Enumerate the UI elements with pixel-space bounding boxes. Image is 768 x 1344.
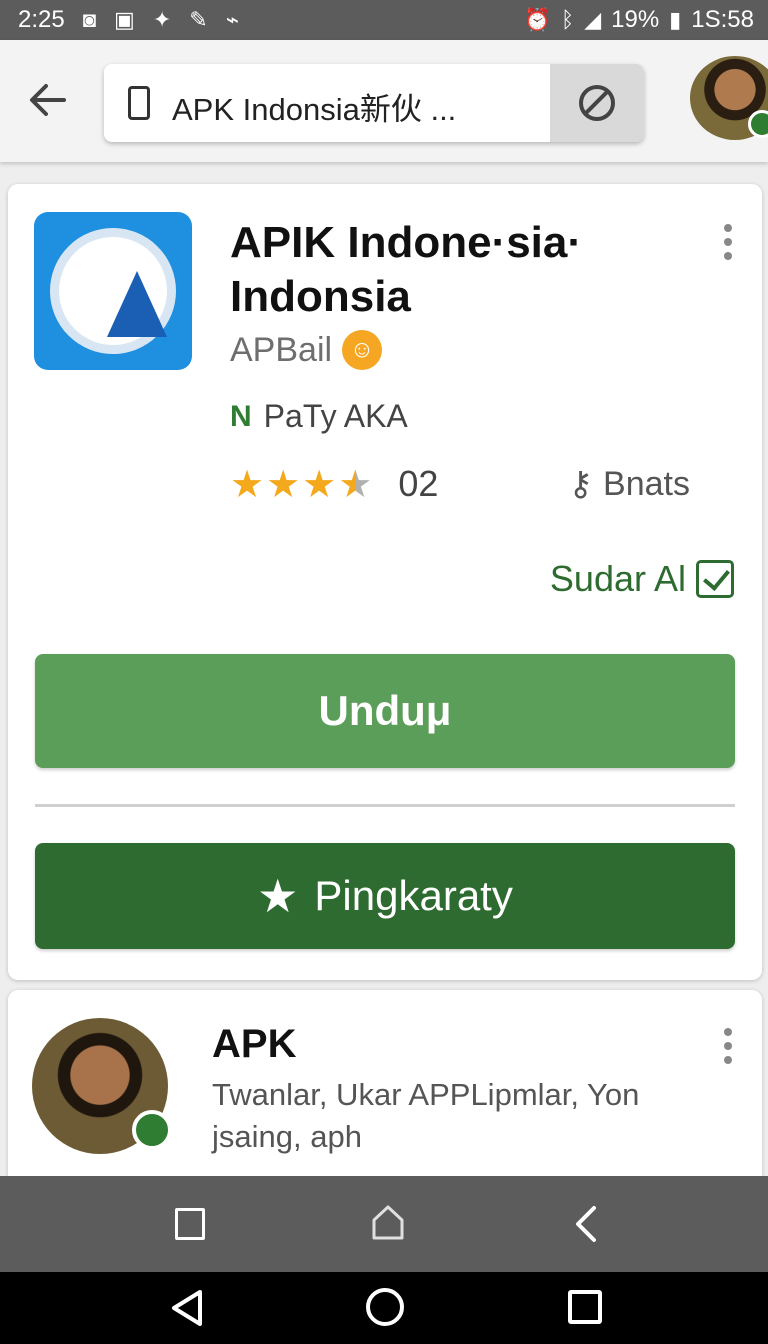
star-icon: ★ — [230, 463, 265, 506]
screenshot-icon: ▣ — [114, 7, 135, 32]
developer-name[interactable]: APBail — [230, 331, 332, 370]
verified-badge-icon — [132, 1110, 172, 1150]
back-triangle-icon[interactable] — [170, 1288, 204, 1328]
more-vert-icon[interactable] — [724, 224, 732, 260]
app-title: APIK Indone·sia· Indonsia — [230, 218, 583, 321]
battery-icon: ▮ — [669, 7, 682, 32]
star-icon: ★ — [302, 463, 337, 506]
square-icon[interactable] — [175, 1208, 205, 1240]
app-nav-bar — [0, 1176, 768, 1272]
sudar-label[interactable]: Sudar Al — [550, 558, 686, 600]
status-time: 2:25 — [18, 6, 65, 33]
review-title: APK — [212, 1022, 297, 1066]
publisher-row: N PaTy AKA — [230, 398, 408, 435]
bluetooth-icon: ᛒ — [561, 7, 575, 32]
phone-icon — [128, 86, 150, 120]
rate-button[interactable]: ★ Pingkaraty — [35, 843, 735, 949]
publisher-logo-icon: N — [230, 399, 252, 433]
divider — [35, 804, 735, 807]
rating-row: ★ ★ ★ ★ 02 ⚷ Bnats — [230, 462, 690, 506]
rate-label[interactable]: Pingkaraty — [314, 872, 512, 920]
star-icon: ★ — [257, 870, 299, 922]
verified-badge-icon — [748, 110, 768, 138]
app-logo-triangle — [107, 271, 167, 337]
permissions-label[interactable]: Bnats — [603, 465, 690, 504]
block-icon — [579, 85, 615, 121]
download-button[interactable]: Unduμ — [35, 654, 735, 768]
key-icon: ⚷ — [568, 465, 594, 503]
home-icon[interactable] — [372, 1204, 404, 1240]
system-nav-bar — [0, 1272, 768, 1344]
half-star-icon: ★ — [338, 463, 373, 506]
app-icon-ring — [50, 228, 176, 354]
app-icon — [34, 212, 192, 370]
app-card: APIK Indone·sia· Indonsia APBail ☺ N PaT… — [8, 184, 762, 980]
review-card: APK Twanlar, Ukar APPLipmlar, Yon jsaing… — [8, 990, 762, 1190]
alarm-icon: ⏰ — [523, 7, 551, 32]
permissions-link[interactable]: ⚷ Bnats — [568, 464, 690, 504]
address-text[interactable]: APK Indonsia新伙 ... — [172, 84, 456, 129]
wifi-icon: ◢ — [584, 7, 602, 32]
review-description: Twanlar, Ukar APPLipmlar, Yon jsaing, ap… — [212, 1077, 640, 1154]
star-icon: ★ — [266, 463, 301, 506]
block-button[interactable] — [550, 64, 644, 142]
battery-percent: 19% — [611, 6, 660, 33]
emoji-badge-icon: ☺ — [342, 330, 383, 370]
sparkle-icon: ✦ — [152, 7, 172, 32]
more-vert-icon[interactable] — [724, 1028, 732, 1064]
chevron-left-icon[interactable] — [570, 1204, 600, 1244]
recents-icon[interactable] — [568, 1290, 602, 1324]
camera-icon: ◙ — [82, 7, 97, 32]
signal-dot-icon: ⌁ — [225, 7, 239, 32]
developer-row[interactable]: APBail ☺ — [230, 330, 383, 370]
arrow-left-icon[interactable] — [26, 78, 70, 122]
address-bar[interactable]: APK Indonsia新伙 ... — [104, 64, 644, 142]
tools-icon: ✎ — [189, 7, 208, 32]
star-rating: ★ ★ ★ ★ — [230, 462, 372, 507]
home-circle-icon[interactable] — [366, 1288, 404, 1326]
rating-count: 02 — [398, 463, 439, 504]
status-clock: 1S:58 — [691, 6, 754, 33]
app-top-bar: APK Indonsia新伙 ... — [0, 40, 768, 162]
publisher-name: PaTy AKA — [263, 398, 408, 434]
sudar-toggle[interactable]: Sudar Al — [550, 558, 734, 600]
status-bar: 2:25 ◙ ▣ ✦ ✎ ⌁ ⏰ ᛒ ◢ 19% ▮ 1S:58 — [0, 0, 768, 40]
checkbox-icon[interactable] — [696, 560, 734, 598]
